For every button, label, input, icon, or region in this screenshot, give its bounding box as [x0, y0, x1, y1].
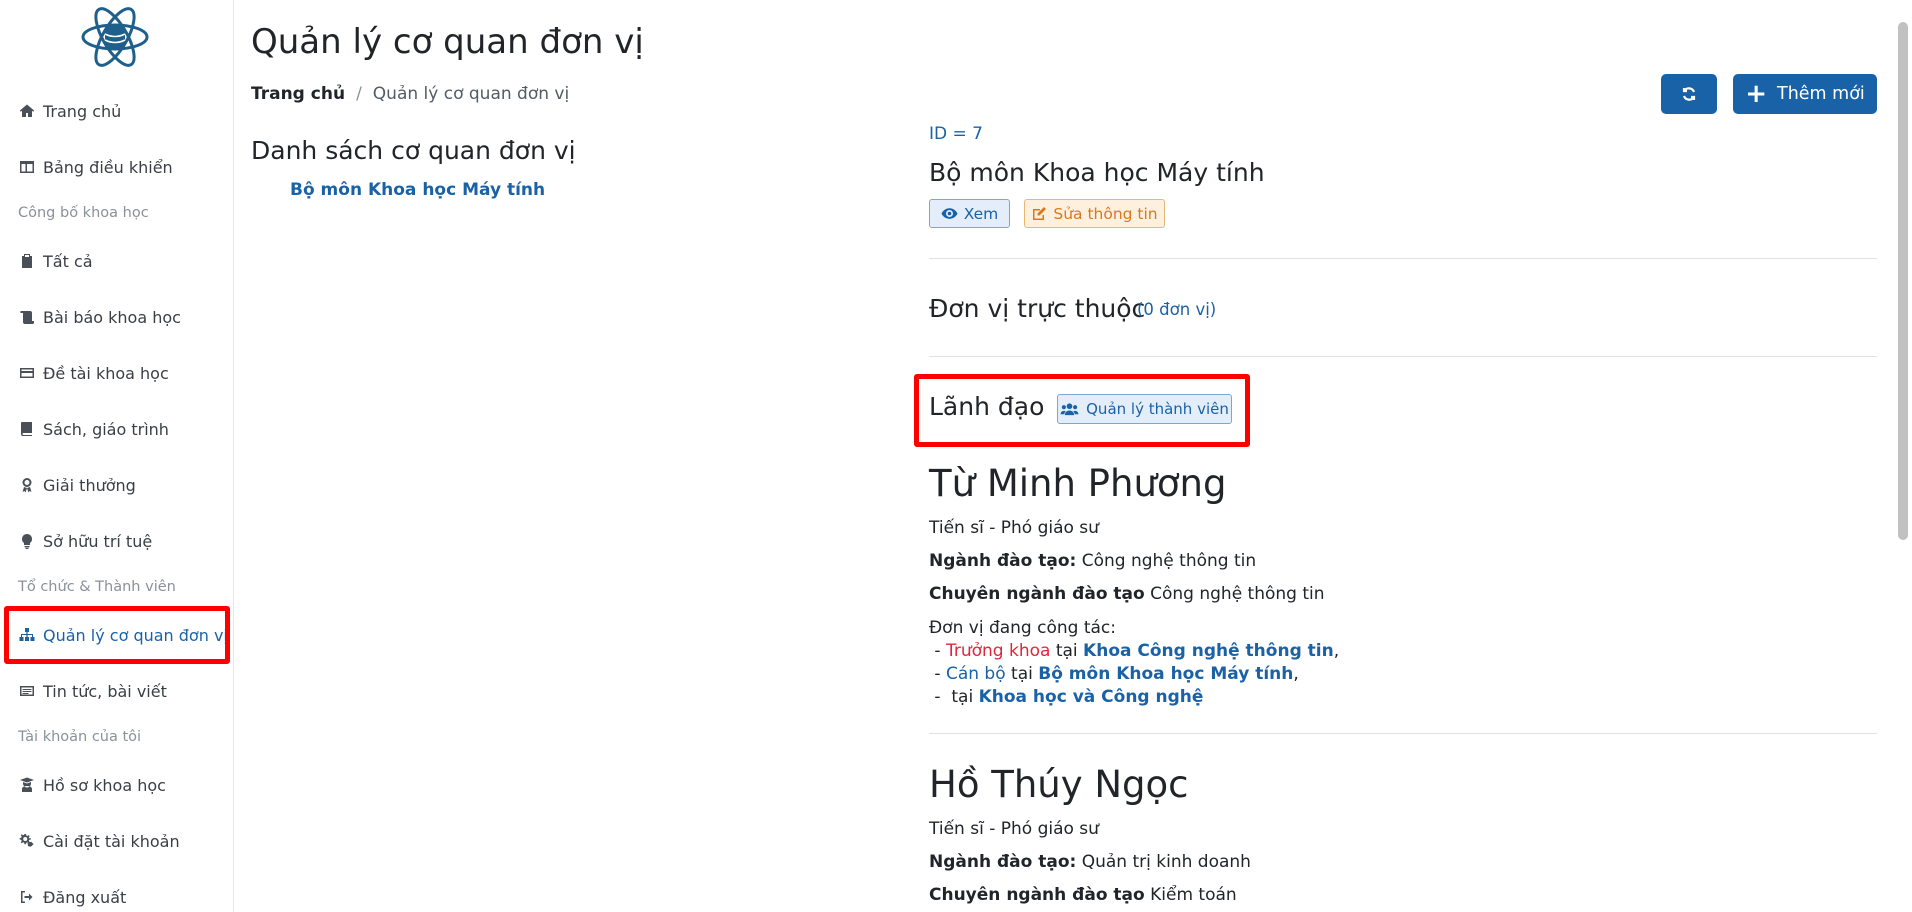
sidebar-item-home[interactable]: Trang chủ [18, 96, 121, 126]
major-label: Ngành đào tạo: [929, 852, 1077, 872]
eye-icon [941, 208, 958, 219]
specialty-value: Kiểm toán [1150, 885, 1237, 905]
nav-section-publications: Công bố khoa học [18, 205, 149, 221]
sidebar-item-news[interactable]: Tin tức, bài viết [18, 676, 167, 706]
leader-specialty: Chuyên ngành đào tạo Công nghệ thông tin [929, 584, 1325, 604]
unit-name: Bộ môn Khoa học Máy tính [929, 158, 1265, 187]
leader-degree: Tiến sĩ - Phó giáo sư [929, 819, 1099, 839]
at-word: tại [1011, 664, 1033, 684]
position-role[interactable]: Cán bộ [946, 664, 1006, 684]
edit-info-label: Sửa thông tin [1053, 204, 1158, 223]
lightbulb-icon [18, 532, 36, 550]
scroll-icon [18, 308, 36, 326]
divider [929, 258, 1877, 259]
breadcrumb-separator: / [356, 84, 362, 104]
unit-list-title: Danh sách cơ quan đơn vị [251, 136, 576, 165]
sidebar-item-logout[interactable]: Đăng xuất [18, 882, 126, 912]
at-word: tại [951, 687, 974, 707]
view-label: Xem [963, 204, 999, 223]
add-new-label: Thêm mới [1777, 84, 1865, 104]
card-icon [18, 364, 36, 382]
major-value: Công nghệ thông tin [1081, 551, 1257, 571]
sidebar-item-label: Sách, giáo trình [43, 419, 169, 439]
sidebar-item-all[interactable]: Tất cả [18, 246, 93, 276]
refresh-icon [1682, 87, 1696, 101]
gears-icon [18, 832, 36, 850]
work-units-label: Đơn vị đang công tác: [929, 618, 1116, 638]
position-item: - Cán bộ tại Bộ môn Khoa học Máy tính, [929, 664, 1299, 684]
position-item: - tại Khoa học và Công nghệ [929, 687, 1204, 707]
book-icon [18, 420, 36, 438]
divider [929, 733, 1877, 734]
nav-section-account: Tài khoản của tôi [18, 729, 142, 745]
position-unit[interactable]: Bộ môn Khoa học Máy tính [1038, 664, 1293, 684]
sidebar-item-articles[interactable]: Bài báo khoa học [18, 302, 181, 332]
leader-name: Hồ Thúy Ngọc [929, 763, 1189, 806]
edit-info-button[interactable]: Sửa thông tin [1024, 199, 1165, 228]
home-icon [18, 102, 36, 120]
sub-units-title: Đơn vị trực thuộc [929, 294, 1146, 323]
sidebar-item-label: Tất cả [43, 251, 93, 271]
sidebar-item-label: Cài đặt tài khoản [43, 831, 180, 851]
sidebar-item-label: Tin tức, bài viết [43, 681, 167, 701]
sidebar-item-label: Trang chủ [43, 101, 122, 121]
sidebar-item-label: Đề tài khoa học [43, 363, 169, 383]
sidebar-item-label: Hồ sơ khoa học [43, 775, 166, 795]
sidebar-item-awards[interactable]: Giải thưởng [18, 470, 136, 500]
highlight-box-leaders [914, 374, 1250, 447]
leader-major: Ngành đào tạo: Quản trị kinh doanh [929, 852, 1251, 872]
breadcrumb: Trang chủ / Quản lý cơ quan đơn vị [251, 84, 569, 104]
sidebar-item-settings[interactable]: Cài đặt tài khoản [18, 826, 180, 856]
specialty-value: Công nghệ thông tin [1150, 584, 1325, 604]
sub-units-count[interactable]: (0 đơn vị) [1137, 300, 1216, 319]
breadcrumb-home-link[interactable]: Trang chủ [251, 84, 345, 104]
divider [929, 356, 1877, 357]
major-value: Quản trị kinh doanh [1081, 852, 1251, 872]
leader-degree: Tiến sĩ - Phó giáo sư [929, 518, 1099, 538]
at-word: tại [1055, 641, 1078, 661]
user-graduate-icon [18, 776, 36, 794]
sidebar-item-label: Đăng xuất [43, 887, 127, 907]
position-unit[interactable]: Khoa Công nghệ thông tin [1083, 641, 1334, 661]
page-title: Quản lý cơ quan đơn vị [251, 22, 644, 62]
position-item: - Trưởng khoa tại Khoa Công nghệ thông t… [929, 641, 1340, 661]
sidebar-item-ip[interactable]: Sở hữu trí tuệ [18, 526, 152, 556]
position-role[interactable]: Trưởng khoa [946, 641, 1050, 661]
leader-name: Từ Minh Phương [929, 462, 1227, 505]
unit-id: ID = 7 [929, 124, 983, 144]
atom-database-logo[interactable] [80, 2, 150, 72]
specialty-label: Chuyên ngành đào tạo [929, 584, 1145, 604]
sidebar: Trang chủ Bảng điều khiển Công bố khoa h… [0, 0, 234, 912]
sidebar-item-books[interactable]: Sách, giáo trình [18, 414, 169, 444]
specialty-label: Chuyên ngành đào tạo [929, 885, 1145, 905]
sign-out-icon [18, 888, 36, 906]
plus-icon: + [1745, 79, 1767, 109]
add-new-button[interactable]: + Thêm mới [1733, 74, 1877, 114]
sidebar-item-profile[interactable]: Hồ sơ khoa học [18, 770, 166, 800]
position-suffix: , [1293, 664, 1299, 684]
newspaper-icon [18, 682, 36, 700]
sidebar-item-label: Giải thưởng [43, 475, 136, 495]
sidebar-item-projects[interactable]: Đề tài khoa học [18, 358, 169, 388]
view-button[interactable]: Xem [929, 199, 1010, 228]
leader-specialty: Chuyên ngành đào tạo Kiểm toán [929, 885, 1237, 905]
unit-list-item[interactable]: Bộ môn Khoa học Máy tính [290, 180, 545, 200]
clipboard-icon [18, 252, 36, 270]
breadcrumb-current: Quản lý cơ quan đơn vị [372, 84, 570, 104]
edit-icon [1033, 206, 1047, 220]
sidebar-item-dashboard[interactable]: Bảng điều khiển [18, 152, 173, 182]
award-icon [18, 476, 36, 494]
position-suffix: , [1333, 641, 1340, 661]
sidebar-item-label: Sở hữu trí tuệ [43, 531, 153, 551]
highlight-box-sidebar [4, 606, 230, 664]
scrollbar[interactable] [1898, 22, 1908, 540]
sidebar-item-label: Bảng điều khiển [43, 157, 173, 177]
dashboard-icon [18, 158, 36, 176]
major-label: Ngành đào tạo: [929, 551, 1077, 571]
nav-section-organization: Tổ chức & Thành viên [18, 579, 176, 595]
leader-major: Ngành đào tạo: Công nghệ thông tin [929, 551, 1256, 571]
refresh-button[interactable] [1661, 74, 1717, 114]
position-unit[interactable]: Khoa học và Công nghệ [979, 687, 1204, 707]
sidebar-item-label: Bài báo khoa học [43, 307, 181, 327]
